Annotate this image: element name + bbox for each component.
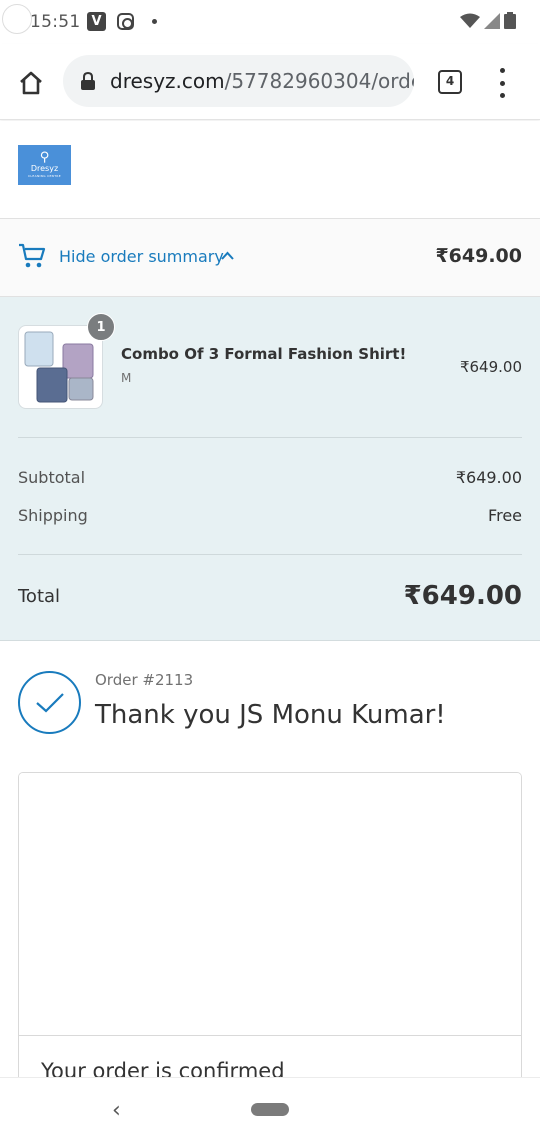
hanger-icon: ⚲ [39, 149, 50, 165]
store-logo[interactable]: ⚲ Dresyz CLEANING CENTRE [18, 145, 71, 185]
subtotal-label: Subtotal [18, 468, 86, 487]
url-domain: dresyz.com [110, 69, 225, 93]
divider [18, 437, 522, 438]
cart-icon [19, 243, 46, 268]
battery-icon [504, 12, 516, 29]
order-confirmed-card: Your order is confirmed [18, 772, 522, 1092]
instagram-icon [117, 13, 134, 30]
product-variant: M [121, 371, 132, 385]
back-icon[interactable]: ‹ [112, 1098, 121, 1123]
wifi-icon [460, 13, 480, 28]
status-bar: 15:51 V [0, 0, 540, 44]
order-number: Order #2113 [95, 671, 194, 689]
quantity-badge: 1 [87, 313, 115, 341]
status-indicators [460, 12, 516, 29]
logo-text: Dresyz [30, 163, 59, 173]
product-name: Combo Of 3 Formal Fashion Shirt! [121, 345, 407, 363]
product-image [18, 325, 103, 409]
product-price: ₹649.00 [459, 358, 522, 376]
status-time: 15:51 [30, 12, 81, 32]
browser-toolbar: dresyz.com/57782960304/orde 4 [0, 44, 540, 120]
shipping-label: Shipping [18, 506, 88, 525]
toggle-summary-label[interactable]: Hide order summary [59, 247, 224, 266]
screen-record-icon [2, 4, 32, 34]
map-area[interactable] [19, 773, 521, 1036]
signal-icon [484, 12, 500, 29]
vimeo-icon: V [87, 12, 106, 31]
home-icon [20, 71, 42, 95]
tabs-button[interactable]: 4 [438, 70, 462, 94]
toggle-total-price: ₹649.00 [435, 245, 522, 267]
lock-icon [81, 72, 95, 90]
system-navigation-bar: ‹ [0, 1077, 540, 1140]
url-path: /57782960304/orde [224, 69, 414, 93]
url-text: dresyz.com/57782960304/orde [110, 69, 414, 93]
order-summary-toggle[interactable]: Hide order summary ₹649.00 [0, 219, 540, 297]
chevron-up-icon [221, 251, 234, 260]
checkmark-icon [18, 671, 81, 734]
more-vert-icon[interactable] [492, 68, 512, 98]
home-pill-icon[interactable] [251, 1103, 289, 1116]
shipping-value: Free [488, 506, 522, 525]
logo-tagline: CLEANING CENTRE [28, 173, 61, 178]
subtotal-value: ₹649.00 [455, 468, 522, 487]
thank-you-heading: Thank you JS Monu Kumar! [95, 700, 446, 730]
order-summary-panel: 1 Combo Of 3 Formal Fashion Shirt! M ₹64… [0, 297, 540, 641]
notification-dot-icon [152, 19, 157, 24]
divider [18, 554, 522, 555]
total-value: ₹649.00 [403, 581, 522, 611]
home-button[interactable] [14, 66, 48, 100]
total-label: Total [18, 586, 61, 607]
store-header: ⚲ Dresyz CLEANING CENTRE [0, 121, 540, 219]
address-bar[interactable]: dresyz.com/57782960304/orde [63, 55, 414, 107]
